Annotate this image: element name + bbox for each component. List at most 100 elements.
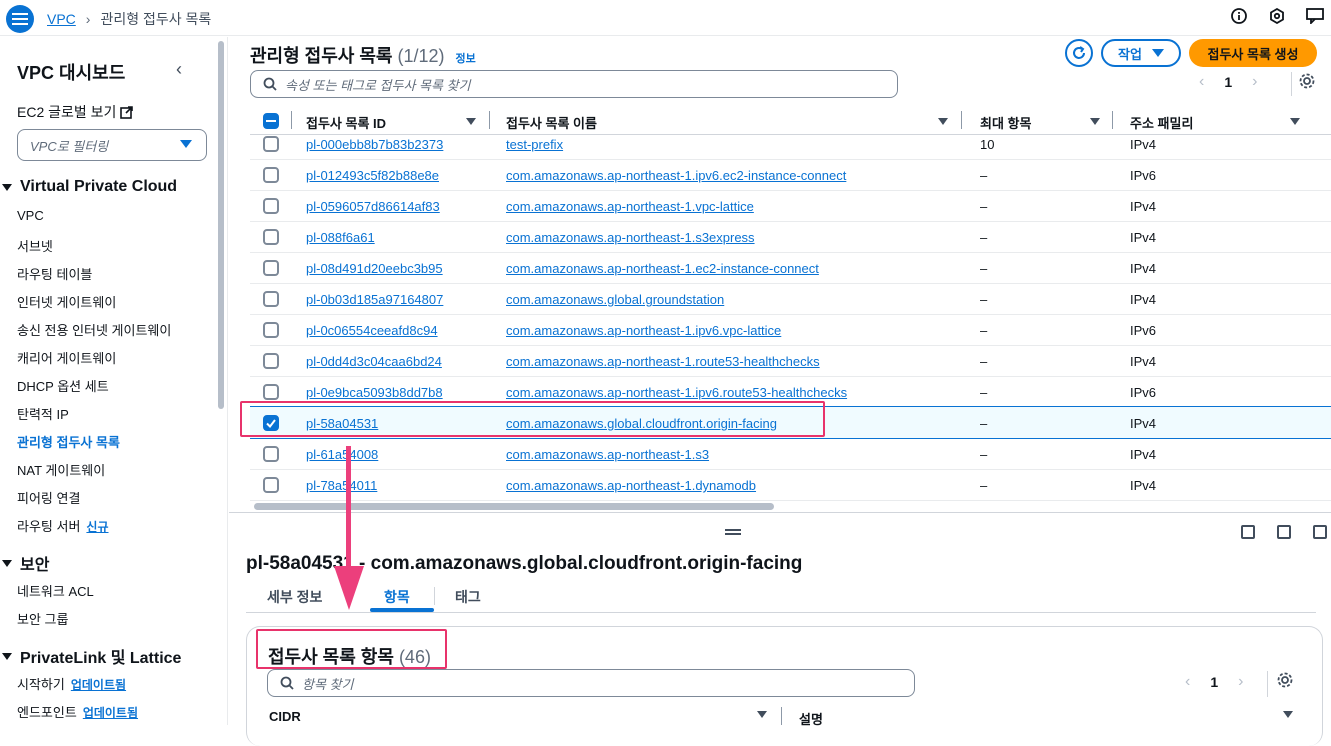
breadcrumb-vpc[interactable]: VPC [47,11,76,27]
sidebar-item-route-server[interactable]: 라우팅 서버 신규 [17,516,109,535]
table-row[interactable]: pl-0c06554ceeafd8c94 com.amazonaws.ap-no… [250,315,1331,346]
tab-details[interactable]: 세부 정보 [267,587,322,607]
info-link[interactable]: 정보 [456,53,476,65]
row-checkbox[interactable] [263,167,279,183]
panel-bottom-icon[interactable] [1241,525,1255,539]
row-checkbox[interactable] [263,477,279,493]
prefix-list-name-link[interactable]: com.amazonaws.ap-northeast-1.s3express [506,230,755,245]
prefix-list-id-link[interactable]: pl-0dd4d3c04caa6bd24 [306,354,442,369]
col-header-description[interactable]: 설명 [799,709,823,728]
prefix-list-id-link[interactable]: pl-61a54008 [306,447,378,462]
sidebar-item-elastic-ip[interactable]: 탄력적 IP [17,404,69,423]
col-header-cidr[interactable]: CIDR [269,709,301,724]
sidebar-item-subnets[interactable]: 서브넷 [17,236,53,255]
prev-page-icon[interactable]: ‹ [1199,73,1204,91]
sidebar-item-security-groups[interactable]: 보안 그룹 [17,609,68,628]
sidebar-item-endpoints[interactable]: 엔드포인트 업데이트됨 [17,702,138,721]
row-checkbox[interactable] [263,229,279,245]
vpc-filter-select[interactable]: VPC로 필터링 [17,129,207,161]
menu-icon[interactable] [6,5,34,33]
sidebar-item-carrier-gateways[interactable]: 캐리어 게이트웨이 [17,348,116,367]
close-panel-icon[interactable] [1313,525,1327,539]
select-all-checkbox[interactable] [263,113,279,129]
section-security[interactable]: 보안 [0,551,49,575]
sidebar-item-vpc[interactable]: VPC [17,208,44,223]
info-icon[interactable] [1229,6,1249,26]
sidebar-item-nat-gateways[interactable]: NAT 게이트웨이 [17,460,105,479]
feedback-icon[interactable] [1305,6,1325,26]
prefix-list-id-link[interactable]: pl-012493c5f82b88e8e [306,168,439,183]
table-row[interactable]: pl-000ebb8b7b83b2373 test-prefix 10 IPv4 [250,129,1331,160]
next-page-icon[interactable]: › [1238,673,1243,691]
table-row[interactable]: pl-08d491d20eebc3b95 com.amazonaws.ap-no… [250,253,1331,284]
prefix-list-id-link[interactable]: pl-088f6a61 [306,230,375,245]
row-checkbox[interactable] [263,136,279,152]
sort-icon[interactable] [757,711,767,718]
actions-button[interactable]: 작업 [1101,39,1181,67]
prev-page-icon[interactable]: ‹ [1185,673,1190,691]
prefix-list-id-link[interactable]: pl-000ebb8b7b83b2373 [306,137,443,152]
prefix-list-id-link[interactable]: pl-0596057d86614af83 [306,199,440,214]
horizontal-scrollbar[interactable] [254,503,774,510]
sidebar-item-managed-prefix-lists[interactable]: 관리형 접두사 목록 [17,432,120,451]
row-checkbox[interactable] [263,384,279,400]
sidebar-item-route-tables[interactable]: 라우팅 테이블 [17,264,92,283]
max-entries: – [980,385,988,400]
row-checkbox[interactable] [263,322,279,338]
sidebar-title[interactable]: VPC 대시보드 [17,59,125,85]
refresh-button[interactable] [1065,39,1093,67]
row-checkbox[interactable] [263,198,279,214]
prefix-list-name-link[interactable]: com.amazonaws.ap-northeast-1.vpc-lattice [506,199,754,214]
ec2-global-view-link[interactable]: EC2 글로벌 보기 [17,102,134,122]
prefix-list-name-link[interactable]: com.amazonaws.ap-northeast-1.ipv6.vpc-la… [506,323,781,338]
next-page-icon[interactable]: › [1252,73,1257,91]
sort-icon[interactable] [1283,711,1293,718]
sidebar-item-internet-gateways[interactable]: 인터넷 게이트웨이 [17,292,116,311]
settings-icon[interactable] [1267,6,1287,26]
tab-entries[interactable]: 항목 [384,587,410,607]
prefix-list-name-link[interactable]: com.amazonaws.ap-northeast-1.ipv6.route5… [506,385,847,400]
prefix-list-id-link[interactable]: pl-0c06554ceeafd8c94 [306,323,438,338]
prefix-list-id-link[interactable]: pl-0b03d185a97164807 [306,292,443,307]
prefix-list-name-link[interactable]: com.amazonaws.global.groundstation [506,292,724,307]
prefix-list-name-link[interactable]: com.amazonaws.ap-northeast-1.route53-hea… [506,354,820,369]
entries-current-page[interactable]: 1 [1210,674,1218,690]
prefix-list-name-link[interactable]: com.amazonaws.ap-northeast-1.ipv6.ec2-in… [506,168,846,183]
section-privatelink[interactable]: PrivateLink 및 Lattice [0,644,181,668]
table-row[interactable]: pl-0596057d86614af83 com.amazonaws.ap-no… [250,191,1331,222]
prefix-list-name-link[interactable]: com.amazonaws.ap-northeast-1.dynamodb [506,478,756,493]
prefix-list-id-link[interactable]: pl-0e9bca5093b8dd7b8 [306,385,443,400]
prefix-list-id-link[interactable]: pl-08d491d20eebc3b95 [306,261,443,276]
prefix-list-name-link[interactable]: com.amazonaws.ap-northeast-1.s3 [506,447,709,462]
prefix-list-name-link[interactable]: com.amazonaws.ap-northeast-1.ec2-instanc… [506,261,819,276]
collapse-sidebar-icon[interactable]: ‹ [176,59,182,80]
table-row[interactable]: pl-0b03d185a97164807 com.amazonaws.globa… [250,284,1331,315]
section-virtual-private-cloud[interactable]: Virtual Private Cloud [0,178,177,196]
row-checkbox[interactable] [263,260,279,276]
row-checkbox[interactable] [263,446,279,462]
table-row[interactable]: pl-61a54008 com.amazonaws.ap-northeast-1… [250,439,1331,470]
entries-search-input[interactable]: 항목 찾기 [267,669,915,697]
table-preferences-button[interactable] [1291,72,1315,96]
sidebar-item-network-acl[interactable]: 네트워크 ACL [17,581,94,600]
sidebar-scrollbar[interactable] [218,41,224,409]
sidebar-item-dhcp-options[interactable]: DHCP 옵션 세트 [17,376,109,395]
table-row[interactable]: pl-78a54011 com.amazonaws.ap-northeast-1… [250,470,1331,501]
row-checkbox[interactable] [263,353,279,369]
current-page[interactable]: 1 [1224,74,1232,90]
sidebar-item-getting-started[interactable]: 시작하기 업데이트됨 [17,674,126,693]
prefix-list-id-link[interactable]: pl-78a54011 [306,478,377,493]
create-prefix-list-button[interactable]: 접두사 목록 생성 [1189,39,1317,67]
table-row[interactable]: pl-088f6a61 com.amazonaws.ap-northeast-1… [250,222,1331,253]
resize-handle[interactable] [725,529,741,535]
sidebar-item-peering[interactable]: 피어링 연결 [17,488,80,507]
table-row[interactable]: pl-0dd4d3c04caa6bd24 com.amazonaws.ap-no… [250,346,1331,377]
sidebar-item-egress-only-igw[interactable]: 송신 전용 인터넷 게이트웨이 [17,320,171,339]
panel-side-icon[interactable] [1277,525,1291,539]
search-input[interactable]: 속성 또는 태그로 접두사 목록 찾기 [250,70,898,98]
prefix-list-name-link[interactable]: test-prefix [506,137,563,152]
table-row[interactable]: pl-012493c5f82b88e8e com.amazonaws.ap-no… [250,160,1331,191]
entries-preferences-button[interactable] [1267,671,1293,697]
tab-tags[interactable]: 태그 [455,587,481,607]
row-checkbox[interactable] [263,291,279,307]
